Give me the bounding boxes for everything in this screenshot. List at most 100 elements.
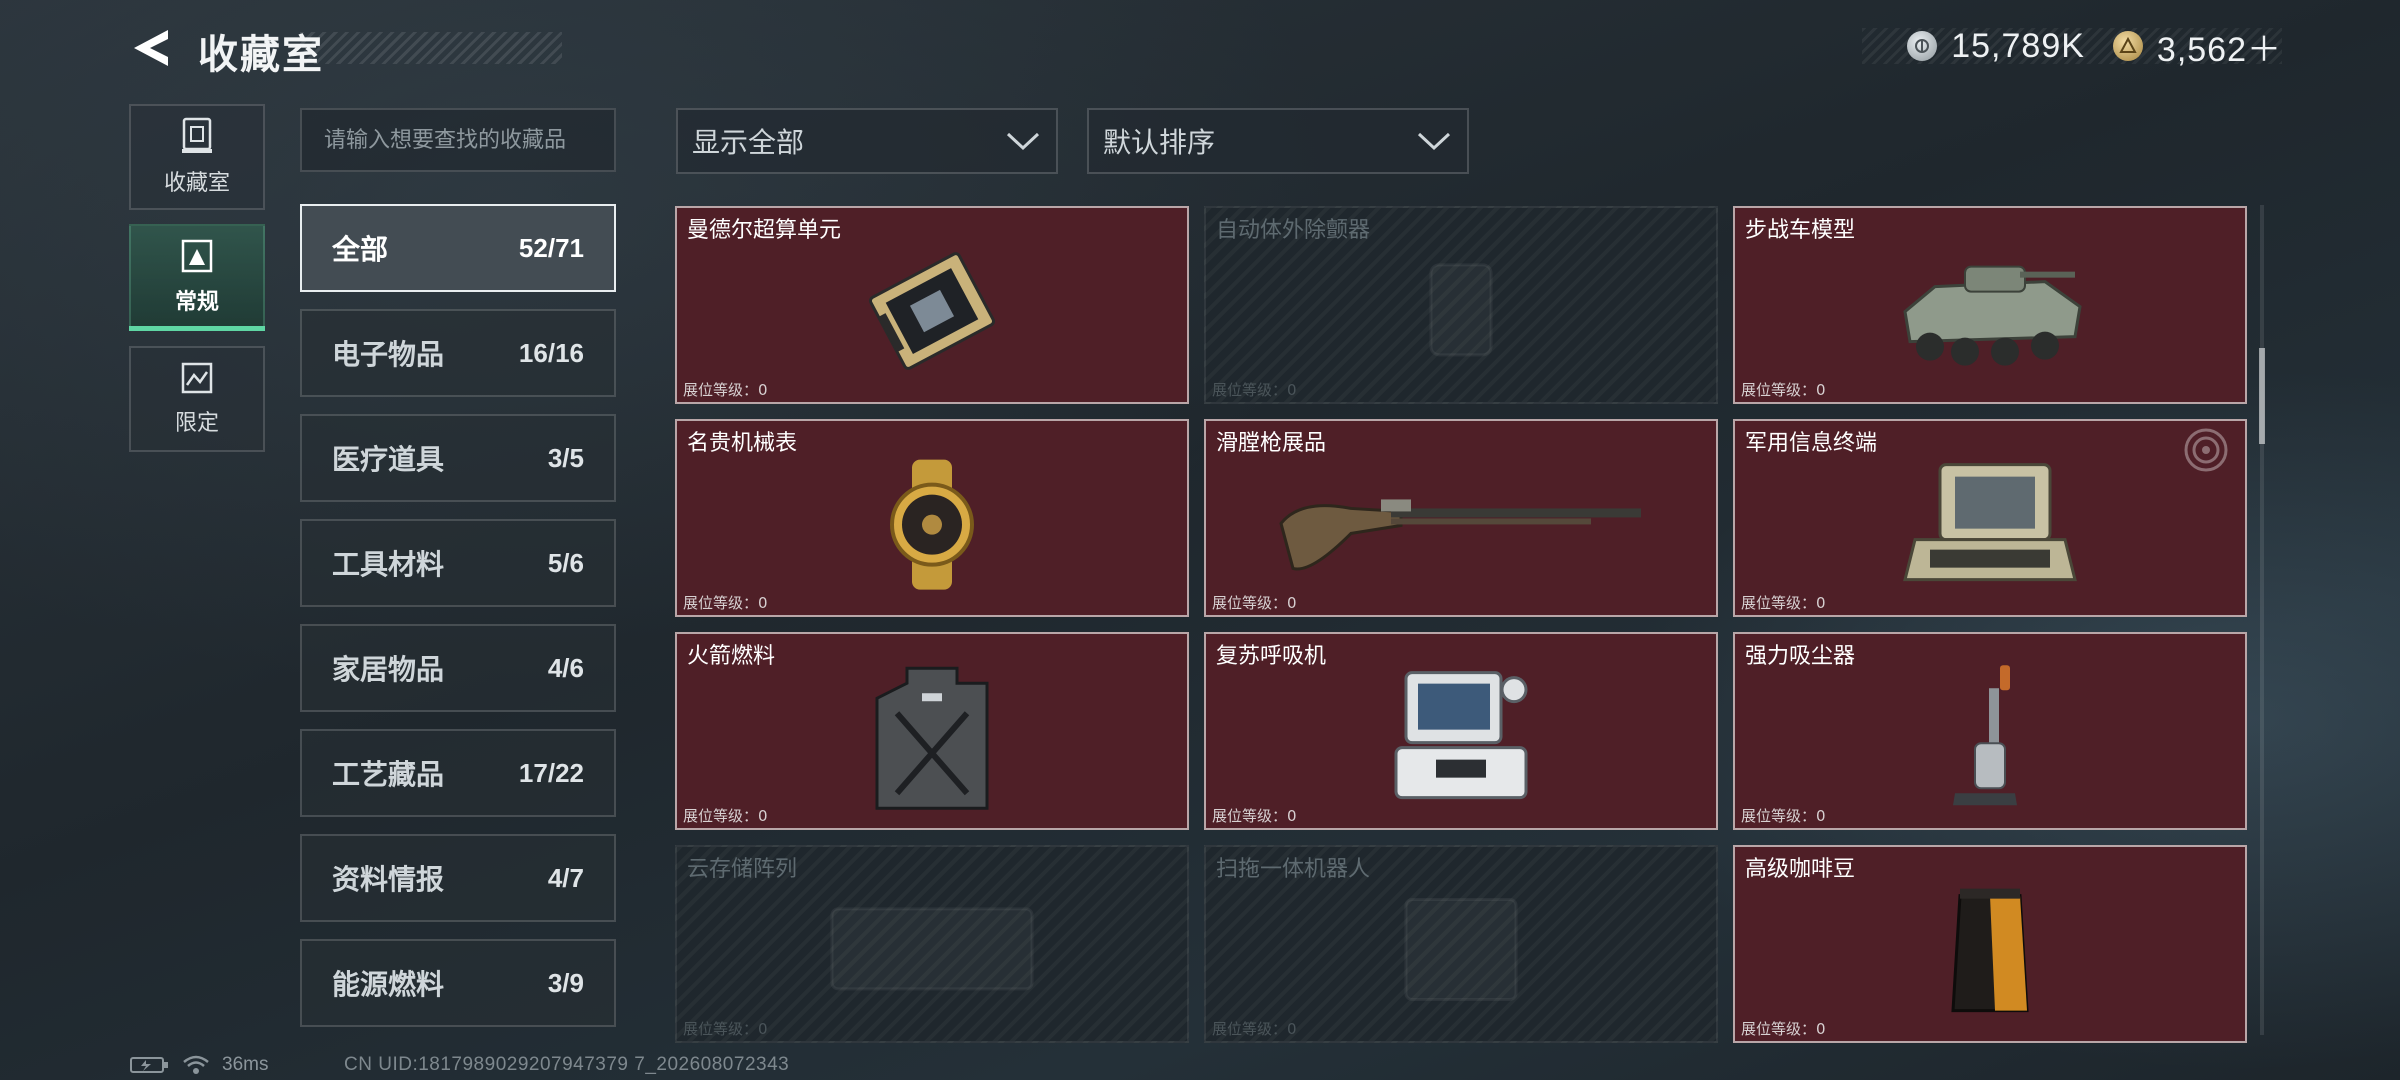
collectible-name: 高级咖啡豆 <box>1745 857 1856 882</box>
chevron-down-icon <box>1417 132 1451 151</box>
category-name: 电子物品 <box>332 338 445 371</box>
rail-active-indicator <box>129 326 265 331</box>
limited-collection-icon <box>181 362 213 394</box>
booth-level: 展位等级：0 <box>1212 594 1297 612</box>
collectible-name: 滑膛枪展品 <box>1216 431 1327 456</box>
collectible-card-locked[interactable]: 自动体外除颤器 展位等级：0 <box>1204 206 1718 404</box>
category-energy[interactable]: 能源燃料 3/9 <box>300 939 616 1027</box>
booth-level: 展位等级：0 <box>683 1020 768 1038</box>
user-uid: CN UID:1817989029207947379 7_20260807234… <box>344 1054 790 1075</box>
booth-level: 展位等级：0 <box>683 807 768 825</box>
category-name: 资料情报 <box>332 863 445 896</box>
vacuum-cleaner-icon <box>1945 663 2035 817</box>
collectible-card[interactable]: 名贵机械表 展位等级：0 <box>675 419 1189 617</box>
booth-level: 展位等级：0 <box>1212 1020 1297 1038</box>
regular-collection-icon <box>181 239 213 273</box>
category-count: 5/6 <box>547 547 584 578</box>
collectible-name: 扫拖一体机器人 <box>1216 857 1371 882</box>
category-count: 52/71 <box>518 232 584 263</box>
booth-level: 展位等级：0 <box>1741 381 1826 399</box>
rail-tab-label: 收藏室 <box>163 171 230 196</box>
rail-tab-label: 限定 <box>174 411 219 436</box>
category-name: 工具材料 <box>332 548 445 581</box>
booth-level: 展位等级：0 <box>1212 381 1297 399</box>
category-crafts[interactable]: 工艺藏品 17/22 <box>300 729 616 817</box>
ventilator-icon <box>1386 668 1536 812</box>
currency-bar: 15,789K 3,562＋ <box>1862 26 2282 69</box>
collectible-card[interactable]: 强力吸尘器 展位等级：0 <box>1733 632 2247 830</box>
category-intel[interactable]: 资料情报 4/7 <box>300 834 616 922</box>
collectible-name: 复苏呼吸机 <box>1216 644 1327 669</box>
booth-level: 展位等级：0 <box>1741 594 1826 612</box>
filter-show-dropdown[interactable]: 显示全部 <box>676 108 1058 174</box>
collection-room-icon <box>182 117 212 153</box>
collectible-name: 自动体外除颤器 <box>1216 218 1371 243</box>
booth-level: 展位等级：0 <box>1741 1020 1826 1038</box>
category-medical[interactable]: 医疗道具 3/5 <box>300 414 616 502</box>
target-reticle-icon <box>2181 425 2231 479</box>
ping-value: 36ms <box>222 1054 269 1075</box>
collectible-card-locked[interactable]: 扫拖一体机器人 展位等级：0 <box>1204 845 1718 1043</box>
grid-scrollbar-thumb[interactable] <box>2259 348 2265 444</box>
battery-icon <box>130 1057 168 1073</box>
collectible-card[interactable]: 火箭燃料 展位等级：0 <box>675 632 1189 830</box>
gold-currency-value: 3,562＋ <box>2156 30 2282 69</box>
category-name: 家居物品 <box>332 653 445 686</box>
category-name: 医疗道具 <box>332 443 445 476</box>
collectible-name: 强力吸尘器 <box>1745 644 1856 669</box>
military-terminal-icon <box>1900 455 2080 599</box>
collectible-name: 火箭燃料 <box>687 644 776 669</box>
grid-scrollbar[interactable] <box>2260 205 2264 1035</box>
supercomputer-unit-icon <box>857 246 1007 380</box>
silver-currency-value: 15,789K <box>1951 26 2085 65</box>
ifv-model-icon <box>1885 242 2095 386</box>
back-button[interactable] <box>128 26 172 70</box>
collectible-name: 名贵机械表 <box>687 431 798 456</box>
category-count: 4/6 <box>547 652 584 683</box>
collectible-card-locked[interactable]: 云存储阵列 展位等级：0 <box>675 845 1189 1043</box>
category-count: 4/7 <box>547 862 584 893</box>
rail-tab-regular[interactable]: 常规 <box>129 224 265 330</box>
category-name: 全部 <box>332 233 389 266</box>
collectible-card[interactable]: 滑膛枪展品 展位等级：0 <box>1204 419 1718 617</box>
collectible-card[interactable]: 曼德尔超算单元 展位等级：0 <box>675 206 1189 404</box>
dropdown-value: 显示全部 <box>692 126 805 159</box>
wifi-icon <box>183 1055 209 1074</box>
search-input[interactable] <box>300 108 616 172</box>
collectible-name: 曼德尔超算单元 <box>687 218 842 243</box>
booth-level: 展位等级：0 <box>1741 807 1826 825</box>
robot-vacuum-icon <box>1386 889 1536 1013</box>
collectible-card[interactable]: 高级咖啡豆 展位等级：0 <box>1733 845 2247 1043</box>
collectible-name: 云存储阵列 <box>687 857 798 882</box>
collectible-card[interactable]: 步战车模型 展位等级：0 <box>1733 206 2247 404</box>
rail-tab-label: 常规 <box>174 290 219 315</box>
category-name: 工艺藏品 <box>332 758 445 791</box>
category-count: 3/9 <box>547 967 584 998</box>
sort-dropdown[interactable]: 默认排序 <box>1087 108 1469 174</box>
category-household[interactable]: 家居物品 4/6 <box>300 624 616 712</box>
category-count: 17/22 <box>518 757 584 788</box>
category-name: 能源燃料 <box>332 968 445 1001</box>
rail-tab-collection-room[interactable]: 收藏室 <box>129 104 265 210</box>
status-footer: 36ms <box>130 1054 268 1076</box>
category-electronics[interactable]: 电子物品 16/16 <box>300 309 616 397</box>
storage-array-icon <box>822 894 1042 1008</box>
collectible-name: 步战车模型 <box>1745 218 1856 243</box>
category-tools[interactable]: 工具材料 5/6 <box>300 519 616 607</box>
rail-tab-limited[interactable]: 限定 <box>129 346 265 452</box>
gold-triangle-coin-icon <box>2112 31 2143 61</box>
category-count: 16/16 <box>518 337 584 368</box>
mechanical-watch-icon <box>872 455 992 599</box>
back-arrow-icon <box>134 30 168 66</box>
defibrillator-icon <box>1416 255 1506 369</box>
collectible-card[interactable]: 复苏呼吸机 展位等级：0 <box>1204 632 1718 830</box>
category-all[interactable]: 全部 52/71 <box>300 204 616 292</box>
collectible-card[interactable]: 军用信息终端 展位等级：0 <box>1733 419 2247 617</box>
header-decoration <box>300 32 562 64</box>
category-count: 3/5 <box>547 442 584 473</box>
booth-level: 展位等级：0 <box>1212 807 1297 825</box>
dropdown-value: 默认排序 <box>1103 126 1216 159</box>
silver-coin-icon <box>1907 31 1938 61</box>
booth-level: 展位等级：0 <box>683 594 768 612</box>
coffee-bag-icon <box>1945 881 2035 1025</box>
